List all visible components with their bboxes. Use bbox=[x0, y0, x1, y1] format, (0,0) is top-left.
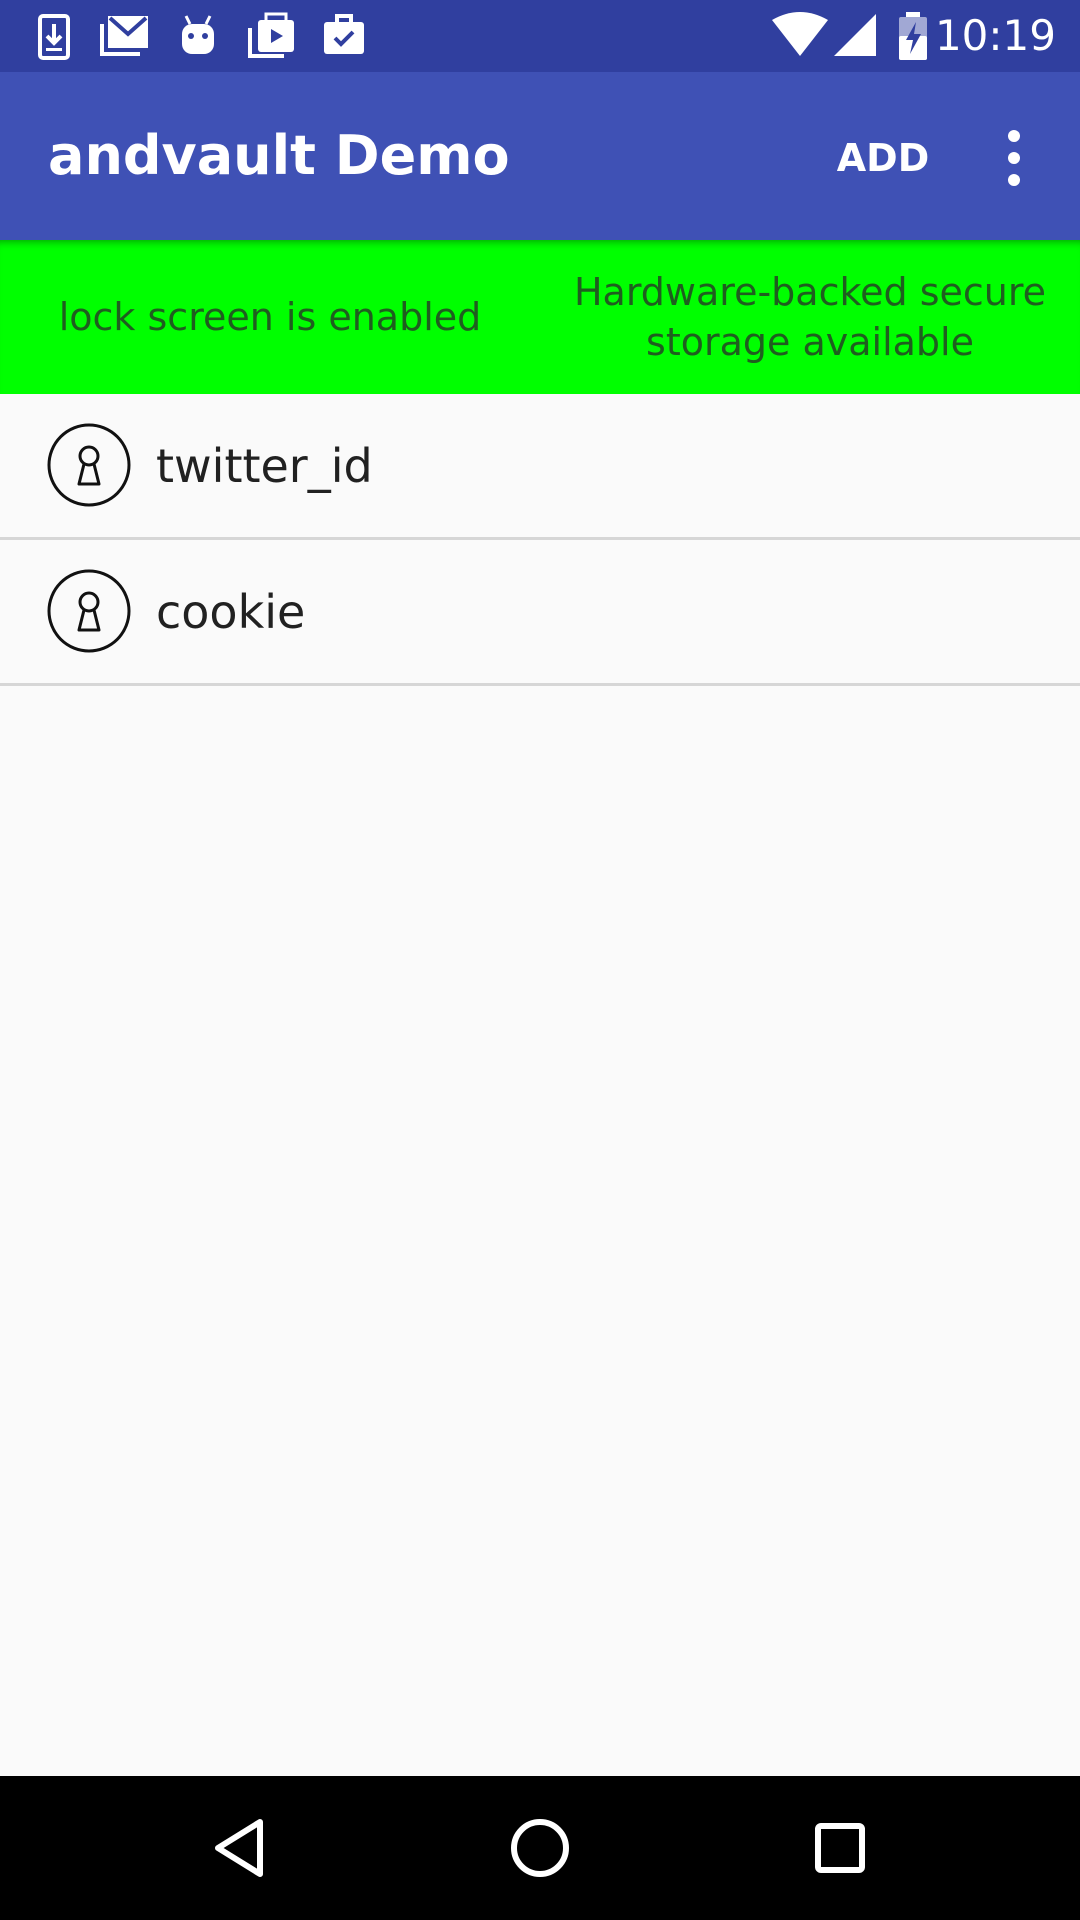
list-item[interactable]: cookie bbox=[0, 540, 1080, 686]
vault-entry-list: twitter_id cookie bbox=[0, 394, 1080, 686]
storage-status: Hardware-backed secure storage available bbox=[573, 270, 1047, 364]
navigation-bar bbox=[0, 1776, 1080, 1920]
app-title: andvault Demo bbox=[48, 124, 510, 187]
download-icon bbox=[28, 10, 80, 62]
battery-charging-icon bbox=[896, 10, 930, 62]
list-item-label: twitter_id bbox=[156, 439, 373, 493]
list-item-label: cookie bbox=[156, 585, 306, 639]
list-item[interactable]: twitter_id bbox=[0, 394, 1080, 540]
home-icon[interactable] bbox=[492, 1800, 588, 1896]
more-vert-icon[interactable] bbox=[986, 122, 1042, 194]
cellular-signal-icon bbox=[832, 12, 878, 58]
security-status-banner: lock screen is enabled Hardware-backed s… bbox=[0, 240, 1080, 394]
status-bar: 10:19 bbox=[0, 0, 1080, 72]
android-debug-icon bbox=[172, 10, 224, 62]
app-bar: andvault Demo ADD bbox=[0, 72, 1080, 240]
keyhole-icon bbox=[46, 568, 132, 654]
add-button[interactable]: ADD bbox=[820, 128, 946, 188]
lock-screen-status: lock screen is enabled bbox=[58, 295, 482, 339]
back-icon[interactable] bbox=[192, 1800, 288, 1896]
recents-icon[interactable] bbox=[792, 1800, 888, 1896]
screen: 10:19 andvault Demo ADD lock screen is e… bbox=[0, 0, 1080, 1920]
wifi-icon bbox=[770, 12, 830, 58]
gmail-icon bbox=[98, 10, 150, 62]
work-briefcase-icon bbox=[318, 10, 370, 62]
keyhole-icon bbox=[46, 422, 132, 508]
status-time: 10:19 bbox=[934, 11, 1056, 60]
play-store-icon bbox=[244, 10, 296, 62]
